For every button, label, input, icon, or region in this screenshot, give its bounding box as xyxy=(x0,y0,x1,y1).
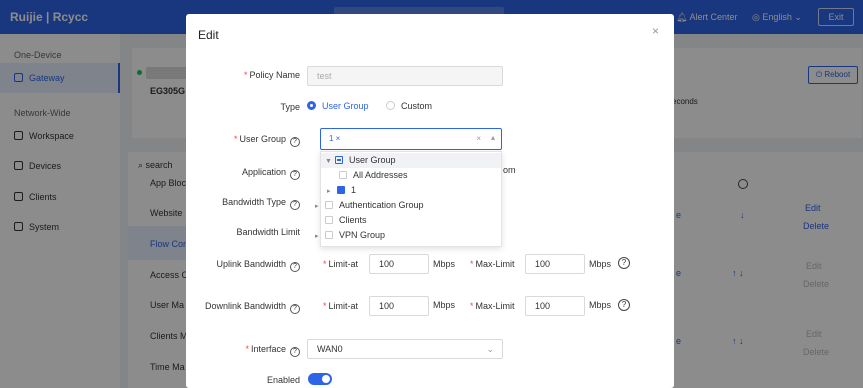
enabled-label: Enabled xyxy=(266,375,300,385)
uplink-bandwidth-label-text: Uplink Bandwidth xyxy=(216,259,286,269)
tree-node-authentication-group[interactable]: ▸ Authentication Group xyxy=(315,198,424,213)
caret-right-icon: ▸ xyxy=(315,203,319,210)
type-option-label: Custom xyxy=(401,101,433,111)
policy-name-label-text: Policy Name xyxy=(249,70,300,80)
help-icon[interactable]: ? xyxy=(290,262,300,272)
uplink-limit-at-unit: Mbps xyxy=(433,259,456,269)
type-label: Type xyxy=(280,102,300,112)
limit-at-text: Limit-at xyxy=(328,259,359,269)
downlink-limit-at-input[interactable]: 100 xyxy=(369,296,429,316)
caret-right-icon: ▸ xyxy=(327,188,331,195)
uplink-max-limit-label: * Max-Limit xyxy=(470,259,515,269)
radio-checked-icon xyxy=(307,101,316,110)
caret-right-icon: ▸ xyxy=(315,233,319,240)
downlink-limit-at-label: * Limit-at xyxy=(323,301,359,311)
close-icon[interactable]: × xyxy=(652,24,659,38)
tree-node-vpn-group[interactable]: ▸ VPN Group xyxy=(315,228,385,243)
radio-unchecked-icon xyxy=(386,101,395,110)
edit-dialog: Edit × * Policy Name test Type User Group… xyxy=(186,14,674,388)
help-icon[interactable]: ? xyxy=(290,304,300,314)
enabled-toggle[interactable] xyxy=(308,373,332,385)
uplink-max-limit-unit: Mbps xyxy=(589,259,612,269)
checkbox-unchecked-icon[interactable] xyxy=(325,216,333,224)
tree-node-label: 1 xyxy=(351,185,357,195)
checkbox-checked-icon[interactable] xyxy=(337,186,345,194)
checkbox-indeterminate-icon[interactable] xyxy=(335,156,343,164)
uplink-bandwidth-label: Uplink Bandwidth? xyxy=(216,259,300,272)
user-group-label: * User Group? xyxy=(234,134,300,147)
downlink-max-limit-label: * Max-Limit xyxy=(470,301,515,311)
max-limit-text: Max-Limit xyxy=(475,259,515,269)
tree-node-label: VPN Group xyxy=(339,230,386,240)
chevron-down-icon: ⌄ xyxy=(486,344,494,354)
interface-select[interactable]: WAN0 ⌄ xyxy=(307,339,503,359)
uplink-limit-at-label: * Limit-at xyxy=(323,259,359,269)
tree-node-label: Authentication Group xyxy=(339,200,424,210)
tree-node-all-addresses[interactable]: All Addresses xyxy=(339,168,408,183)
limit-at-text: Limit-at xyxy=(328,301,359,311)
clear-icon[interactable]: × xyxy=(476,134,481,143)
uplink-limit-at-input[interactable]: 100 xyxy=(369,254,429,274)
downlink-bandwidth-label: Downlink Bandwidth? xyxy=(205,301,300,314)
help-icon[interactable]: ? xyxy=(290,347,300,357)
user-group-dropdown: ▼ User Group All Addresses ▸ 1 ▸ Authentica… xyxy=(315,151,502,247)
help-icon[interactable]: ? xyxy=(290,200,300,210)
downlink-max-limit-input[interactable]: 100 xyxy=(525,296,585,316)
help-icon[interactable]: ? xyxy=(290,137,300,147)
bandwidth-type-label: Bandwidth Type? xyxy=(222,197,300,210)
help-icon[interactable]: ? xyxy=(618,299,630,311)
uplink-max-limit-input[interactable]: 100 xyxy=(525,254,585,274)
tree-node-clients[interactable]: Clients xyxy=(325,213,367,228)
user-group-label-text: User Group xyxy=(239,134,286,144)
interface-value: WAN0 xyxy=(317,344,343,354)
interface-label: * Interface? xyxy=(245,344,300,357)
max-limit-text: Max-Limit xyxy=(475,301,515,311)
tree-node-label: User Group xyxy=(349,155,396,165)
checkbox-unchecked-icon[interactable] xyxy=(325,201,333,209)
tree-node-label: All Addresses xyxy=(353,170,408,180)
type-radio-custom[interactable]: Custom xyxy=(386,101,432,111)
bandwidth-type-label-text: Bandwidth Type xyxy=(222,197,286,207)
type-radio-user-group[interactable]: User Group xyxy=(307,101,369,111)
user-group-tag[interactable]: 1 × xyxy=(329,134,340,143)
bandwidth-limit-label: Bandwidth Limit xyxy=(236,227,300,237)
caret-down-icon: ▼ xyxy=(325,158,332,165)
downlink-limit-at-unit: Mbps xyxy=(433,300,456,310)
dialog-title: Edit xyxy=(198,28,219,42)
downlink-max-limit-unit: Mbps xyxy=(589,300,612,310)
checkbox-unchecked-icon[interactable] xyxy=(325,231,333,239)
tree-node-user-group[interactable]: ▼ User Group xyxy=(321,153,501,168)
downlink-bandwidth-label-text: Downlink Bandwidth xyxy=(204,301,286,311)
application-label-text: Application xyxy=(241,167,286,177)
tree-node-1[interactable]: ▸ 1 xyxy=(327,183,356,198)
application-option-partial: om xyxy=(503,165,516,175)
tree-node-label: Clients xyxy=(339,215,367,225)
interface-label-text: Interface xyxy=(250,344,286,354)
checkbox-unchecked-icon[interactable] xyxy=(339,171,347,179)
policy-name-label: * Policy Name xyxy=(243,70,300,80)
policy-name-input[interactable]: test xyxy=(307,66,503,86)
help-icon[interactable]: ? xyxy=(618,257,630,269)
user-group-select[interactable]: 1 × × ▴ xyxy=(320,128,502,150)
type-option-label: User Group xyxy=(322,101,369,111)
application-label: Application? xyxy=(242,167,300,180)
help-icon[interactable]: ? xyxy=(290,170,300,180)
chevron-up-icon: ▴ xyxy=(490,133,495,142)
